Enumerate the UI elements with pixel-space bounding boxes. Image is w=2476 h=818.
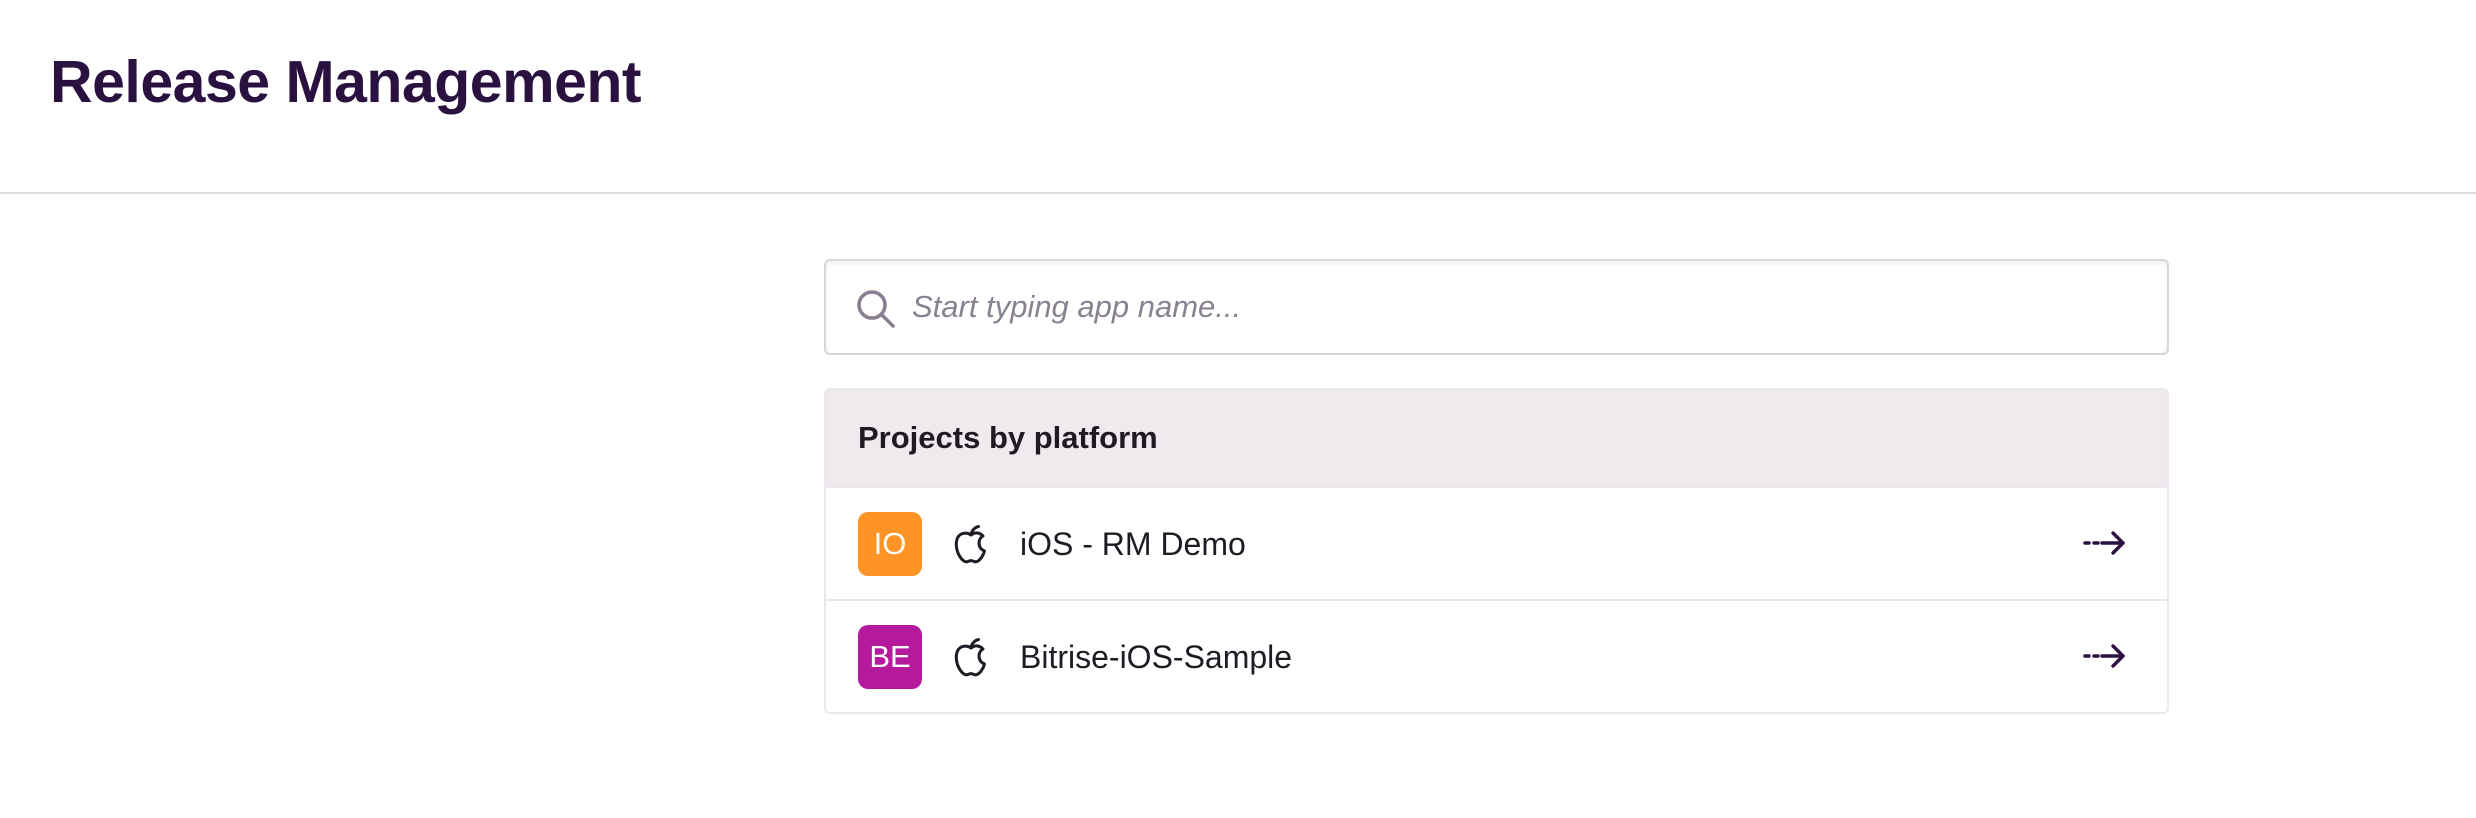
project-name: iOS - RM Demo (1020, 526, 1246, 562)
search-icon (857, 290, 895, 328)
page-header: Release Management (0, 0, 2476, 194)
project-avatar: BE (858, 625, 922, 689)
project-row[interactable]: IO iOS - RM Demo (826, 486, 2167, 599)
search-input[interactable] (912, 261, 2152, 353)
projects-panel: Projects by platform IO iOS - RM Demo BE (824, 388, 2169, 714)
page-title: Release Management (50, 49, 642, 115)
arrow-right-icon[interactable] (2083, 528, 2127, 558)
projects-panel-header: Projects by platform (826, 390, 2167, 486)
project-row[interactable]: BE Bitrise-iOS-Sample (826, 599, 2167, 712)
arrow-right-icon[interactable] (2083, 641, 2127, 671)
main-content: Projects by platform IO iOS - RM Demo BE (824, 259, 2169, 714)
projects-panel-title: Projects by platform (858, 420, 1158, 455)
project-avatar: IO (858, 512, 922, 576)
project-name: Bitrise-iOS-Sample (1020, 639, 1293, 675)
search-box[interactable] (824, 259, 2169, 355)
apple-icon (954, 638, 986, 677)
apple-icon (954, 525, 986, 564)
